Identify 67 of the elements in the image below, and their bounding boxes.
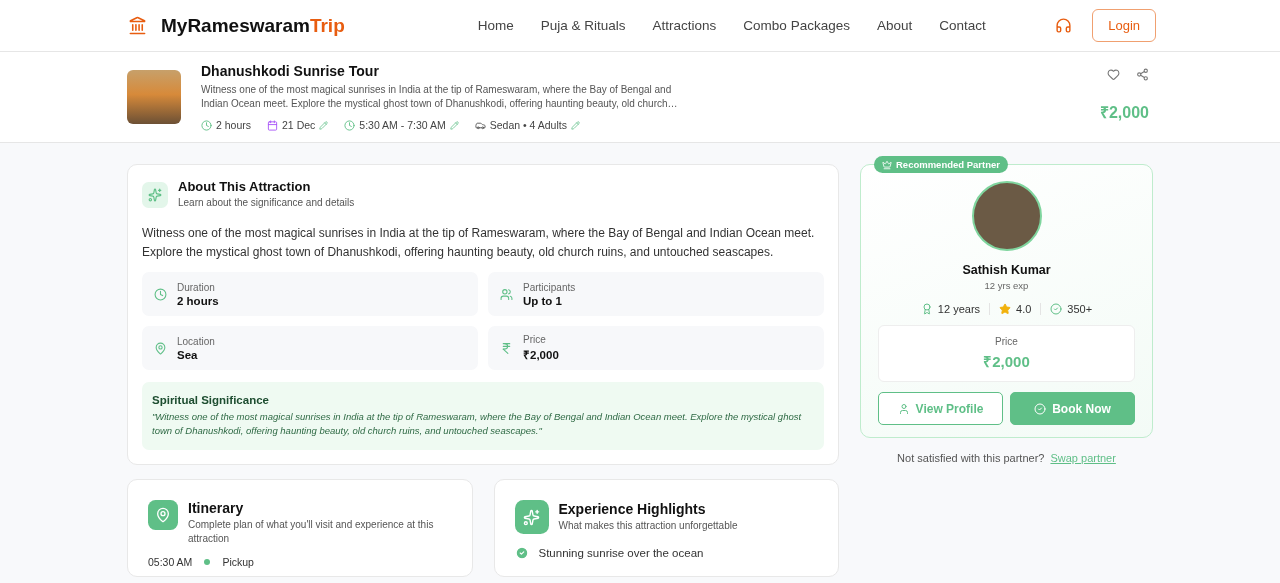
timeline-dot [204, 559, 211, 565]
person-icon [897, 402, 910, 415]
map-pin-icon [148, 500, 178, 530]
section-title: Itinerary [188, 500, 245, 516]
check-icon [514, 546, 529, 560]
step-label: Pickup [222, 556, 254, 568]
fact-label: Location [177, 335, 215, 347]
check-circle-icon [1050, 303, 1063, 315]
price-label: Price [995, 336, 1018, 347]
section-subtitle: Learn about the significance and details [178, 196, 355, 210]
fact-value: ₹2,000 [523, 348, 559, 362]
share-icon[interactable] [1136, 68, 1149, 81]
calendar-icon [267, 119, 279, 131]
tour-title: Dhanushkodi Sunrise Tour [201, 63, 380, 79]
partner-name: Sathish Kumar [962, 263, 1051, 277]
fact-value: 2 hours [177, 294, 219, 307]
section-subtitle: Complete plan of what you'll visit and experience at this attraction [188, 518, 435, 546]
nav-link[interactable]: Combo Packages [743, 18, 850, 33]
section-title: Experience Highlights [558, 501, 707, 517]
tour-meta: 21 Dec [282, 119, 316, 131]
tour-meta: 5:30 AM - 7:30 AM [359, 119, 446, 131]
tour-description: Witness one of the most magical sunrises in India at the tip of Rameswaram, where the Bay of Bengal and Indian Ocean meet. Explore the mystical ghost town of Dhanushkodi, offering haunting beauty, old church… [201, 83, 679, 111]
partner-price: ₹2,000 [983, 352, 1030, 371]
people-icon [500, 287, 513, 301]
star-icon [999, 303, 1012, 315]
clock-icon [201, 119, 212, 131]
rupee-icon [500, 341, 513, 355]
section-title: About This Attraction [178, 179, 312, 194]
check-circle-icon [1034, 402, 1047, 415]
section-subtitle: What makes this attraction unforgettable [558, 519, 738, 533]
clock-icon [344, 119, 356, 131]
clock-icon [154, 287, 167, 301]
partner-experience: 12 yrs exp [984, 280, 1029, 291]
fact-label: Duration [177, 281, 216, 293]
sparkle-icon [142, 181, 168, 208]
partner-stat: 4.0 [1016, 303, 1032, 315]
map-pin-icon [154, 341, 167, 355]
significance-title: Spiritual Significance [152, 394, 270, 406]
significance-quote: "Witness one of the most magical sunrises in India at the tip of Rameswaram, where the Bay of Bengal and Indian Ocean meet. Explore the mystical ghost town of Dhanushkodi, offering haunting beauty, old church ruins, and untouched seascapes." [152, 410, 803, 438]
swap-prompt: Not satisfied with this partner? [897, 452, 1045, 464]
headphones-icon[interactable] [1055, 17, 1073, 34]
temple-icon [128, 16, 147, 35]
fact-label: Participants [523, 281, 576, 293]
fact-label: Price [523, 334, 547, 345]
login-button[interactable]: Login [1092, 9, 1156, 42]
partner-stat: 12 years [937, 303, 981, 315]
fact-value: Up to 1 [523, 294, 563, 307]
tour-meta: Sedan • 4 Adults [489, 119, 567, 131]
sparkle-icon [514, 500, 549, 534]
brand-logo[interactable]: MyRameswaramTrip [161, 14, 345, 37]
award-icon [920, 303, 933, 315]
about-text: Witness one of the most magical sunrises in India at the tip of Rameswaram, where the Bay of Bengal and Indian Ocean meet. Explore the mystical ghost town of Dhanushkodi, offering haunting beauty, old church ruins, and untouched seascapes. [142, 225, 816, 261]
tour-meta: 2 hours [216, 119, 252, 131]
heart-icon[interactable] [1107, 68, 1120, 81]
step-time: 05:30 AM [148, 556, 193, 568]
nav-link[interactable]: Home [477, 18, 514, 33]
nav-link[interactable]: About [876, 18, 913, 33]
crown-icon [882, 159, 892, 170]
tour-price: ₹2,000 [1099, 103, 1149, 123]
nav-link[interactable]: Attractions [652, 18, 717, 33]
highlight-item: Stunning sunrise over the ocean [538, 547, 704, 559]
photo-placeholder [127, 70, 181, 124]
nav-link[interactable]: Puja & Rituals [540, 18, 626, 33]
nav-link[interactable]: Contact [939, 18, 986, 33]
badge-label: Recommended Partner [896, 159, 1000, 170]
partner-stat: 350+ [1067, 303, 1093, 315]
fact-value: Sea [177, 348, 199, 361]
